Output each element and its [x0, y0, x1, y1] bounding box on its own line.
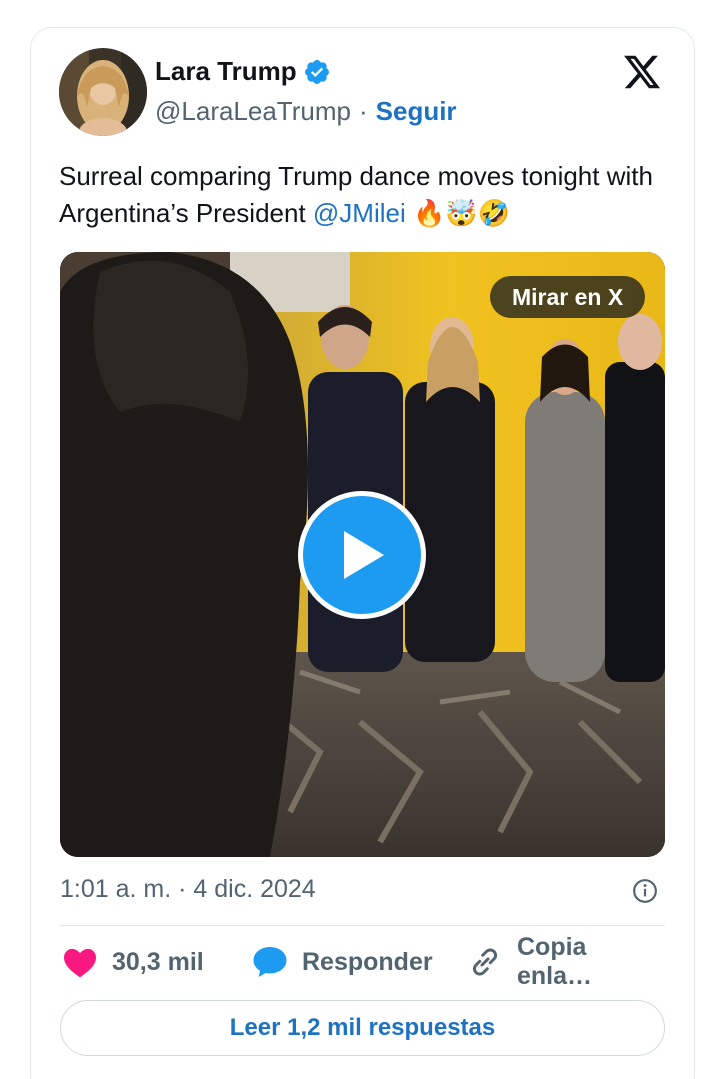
tweet-emojis: 🔥🤯🤣 — [405, 198, 511, 228]
like-count: 30,3 mil — [112, 947, 204, 976]
play-button[interactable] — [298, 491, 426, 619]
separator-dot: · — [358, 96, 368, 126]
like-button[interactable]: 30,3 mil — [62, 940, 204, 984]
copy-link-button[interactable]: Copia enla… — [467, 933, 665, 990]
reply-bubble-icon — [253, 947, 287, 977]
x-logo-icon[interactable] — [621, 52, 663, 92]
follow-button[interactable]: Seguir — [376, 96, 457, 127]
link-icon — [472, 948, 498, 976]
author-handle-row: @LaraLeaTrump · Seguir — [155, 96, 457, 127]
author-avatar[interactable] — [59, 48, 147, 136]
mention-link[interactable]: @JMilei — [313, 198, 406, 228]
play-icon — [344, 531, 384, 579]
author-name-row: Lara Trump — [155, 56, 331, 87]
reply-label: Responder — [302, 947, 433, 976]
action-bar: 30,3 mil Responder Copia enla… — [60, 933, 665, 990]
reply-button[interactable]: Responder — [252, 940, 433, 984]
heart-icon — [64, 948, 96, 978]
divider — [60, 925, 665, 926]
info-icon[interactable] — [632, 878, 658, 904]
author-name[interactable]: Lara Trump — [155, 56, 297, 87]
read-replies-button[interactable]: Leer 1,2 mil respuestas — [60, 1000, 665, 1056]
tweet-text: Surreal comparing Trump dance moves toni… — [59, 158, 659, 232]
copy-link-label: Copia enla… — [517, 933, 593, 990]
author-handle[interactable]: @LaraLeaTrump — [155, 96, 351, 127]
watch-on-x-button[interactable]: Mirar en X — [490, 276, 646, 318]
verified-badge-icon — [304, 59, 329, 84]
tweet-timestamp[interactable]: 1:01 a. m. · 4 dic. 2024 — [60, 875, 316, 904]
